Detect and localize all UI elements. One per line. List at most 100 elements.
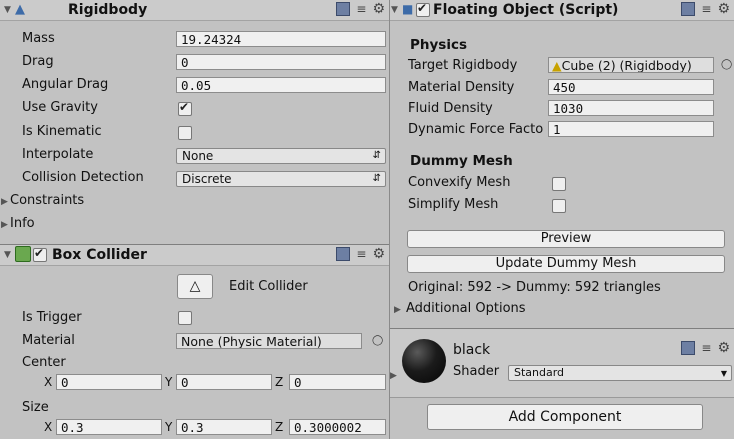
info-foldout[interactable]: Info xyxy=(10,216,35,231)
shader-value: Standard xyxy=(514,366,565,379)
physics-section-header: Physics xyxy=(410,37,468,53)
center-x-label: X xyxy=(44,375,53,389)
floating-object-title: Floating Object (Script) xyxy=(433,2,619,18)
script-icon: ■ xyxy=(402,2,414,16)
help-book-icon[interactable] xyxy=(681,2,696,16)
size-label: Size xyxy=(22,400,49,415)
floating-object-header[interactable]: ▼ ■ Floating Object (Script) ≡ ⚙ xyxy=(390,0,734,21)
collision-detection-value: Discrete xyxy=(182,172,232,186)
rigidbody-header[interactable]: ▼ ▲ Rigidbody ≡ ⚙ xyxy=(0,0,389,21)
dropdown-arrow-icon: ▼ xyxy=(720,369,727,378)
target-rigidbody-field[interactable]: ▲Cube (2) (Rigidbody) xyxy=(548,57,714,73)
use-gravity-label: Use Gravity xyxy=(22,100,98,115)
rigidbody-header-icons: ≡ ⚙ xyxy=(336,2,385,16)
is-trigger-label: Is Trigger xyxy=(22,310,82,325)
object-picker-icon[interactable]: ◯ xyxy=(721,59,732,70)
dropdown-arrow-icon: ⇵ xyxy=(372,150,381,161)
preview-button[interactable]: Preview xyxy=(407,230,725,248)
help-book-icon[interactable] xyxy=(681,341,696,355)
gear-icon[interactable]: ⚙ xyxy=(717,341,730,355)
collision-detection-dropdown[interactable]: Discrete ⇵ xyxy=(176,171,386,187)
box-collider-enabled-checkbox[interactable] xyxy=(33,246,47,262)
edit-collider-button[interactable]: △ xyxy=(177,274,213,299)
dummy-mesh-section-header: Dummy Mesh xyxy=(410,153,513,169)
right-inspector-column: ▼ ■ Floating Object (Script) ≡ ⚙ Physics… xyxy=(390,0,734,439)
dropdown-arrow-icon: ⇵ xyxy=(372,173,381,184)
interpolate-dropdown[interactable]: None ⇵ xyxy=(176,148,386,164)
rigidbody-icon: ▲ xyxy=(15,2,25,17)
size-z-field[interactable]: 0.3000002 xyxy=(289,419,386,435)
fold-arrow-icon[interactable]: ▼ xyxy=(4,5,11,15)
mass-field[interactable]: 19.24324 xyxy=(176,31,386,47)
add-component-button[interactable]: Add Component xyxy=(427,404,703,430)
is-kinematic-label: Is Kinematic xyxy=(22,124,102,139)
size-x-field[interactable]: 0.3 xyxy=(56,419,162,435)
box-collider-header[interactable]: ▼ Box Collider ≡ ⚙ xyxy=(0,244,389,266)
angular-drag-field[interactable]: 0.05 xyxy=(176,77,386,93)
center-x-field[interactable]: 0 xyxy=(56,374,162,390)
box-collider-icon xyxy=(15,246,31,262)
preset-icon[interactable]: ≡ xyxy=(701,341,711,355)
box-collider-title: Box Collider xyxy=(52,247,147,263)
edit-collider-label: Edit Collider xyxy=(229,279,308,294)
size-z-label: Z xyxy=(275,420,284,434)
object-picker-icon[interactable]: ◯ xyxy=(372,335,383,346)
gear-icon[interactable]: ⚙ xyxy=(372,247,385,261)
fluid-density-field[interactable]: 1030 xyxy=(548,100,714,116)
help-book-icon[interactable] xyxy=(336,247,351,261)
center-z-field[interactable]: 0 xyxy=(289,374,386,390)
rigidbody-title: Rigidbody xyxy=(68,2,148,18)
material-density-label: Material Density xyxy=(408,80,515,95)
additional-options-fold-icon[interactable]: ▶ xyxy=(394,305,401,315)
is-kinematic-checkbox[interactable] xyxy=(178,126,192,140)
rigidbody-ref-icon: ▲ xyxy=(552,58,562,73)
center-z-label: Z xyxy=(275,375,284,389)
drag-field[interactable]: 0 xyxy=(176,54,386,70)
update-dummy-mesh-button[interactable]: Update Dummy Mesh xyxy=(407,255,725,273)
fold-arrow-icon[interactable]: ▼ xyxy=(4,250,11,260)
center-label: Center xyxy=(22,355,66,370)
constraints-foldout[interactable]: Constraints xyxy=(10,193,84,208)
interpolate-label: Interpolate xyxy=(22,147,94,162)
floating-object-enabled-checkbox[interactable] xyxy=(416,1,430,17)
material-header-icons: ≡ ⚙ xyxy=(681,341,730,355)
dynamic-force-field[interactable]: 1 xyxy=(548,121,714,137)
material-label: Material xyxy=(22,333,75,348)
edit-collider-icon: △ xyxy=(189,278,201,294)
use-gravity-checkbox[interactable] xyxy=(178,100,192,116)
help-book-icon[interactable] xyxy=(336,2,351,16)
center-y-field[interactable]: 0 xyxy=(176,374,272,390)
material-name: black xyxy=(453,342,491,358)
size-y-field[interactable]: 0.3 xyxy=(176,419,272,435)
target-rigidbody-value: Cube (2) (Rigidbody) xyxy=(561,58,692,73)
center-y-label: Y xyxy=(165,375,173,389)
target-rigidbody-label: Target Rigidbody xyxy=(408,58,518,73)
material-fold-icon[interactable]: ▶ xyxy=(390,371,397,381)
box-collider-header-icons: ≡ ⚙ xyxy=(336,247,385,261)
material-block: ▶ black Shader Standard ▼ ≡ ⚙ xyxy=(390,328,734,398)
material-field[interactable]: None (Physic Material) xyxy=(176,333,362,349)
drag-label: Drag xyxy=(22,54,54,69)
fold-arrow-icon[interactable]: ▼ xyxy=(391,5,398,15)
floating-object-header-icons: ≡ ⚙ xyxy=(681,2,730,16)
is-trigger-checkbox[interactable] xyxy=(178,311,192,325)
info-fold-icon[interactable]: ▶ xyxy=(1,220,8,230)
simplify-mesh-checkbox[interactable] xyxy=(552,199,566,213)
shader-dropdown[interactable]: Standard ▼ xyxy=(508,365,732,381)
simplify-mesh-label: Simplify Mesh xyxy=(408,197,499,212)
left-inspector-column: ▼ ▲ Rigidbody ≡ ⚙ Mass 19.24324 Drag 0 A… xyxy=(0,0,390,439)
preset-icon[interactable]: ≡ xyxy=(701,2,711,16)
additional-options-foldout[interactable]: Additional Options xyxy=(406,301,526,316)
interpolate-value: None xyxy=(182,149,214,163)
gear-icon[interactable]: ⚙ xyxy=(372,2,385,16)
material-preview-sphere xyxy=(402,339,446,383)
preset-icon[interactable]: ≡ xyxy=(356,247,366,261)
constraints-fold-icon[interactable]: ▶ xyxy=(1,197,8,207)
convexify-mesh-checkbox[interactable] xyxy=(552,177,566,191)
material-density-field[interactable]: 450 xyxy=(548,79,714,95)
preset-icon[interactable]: ≡ xyxy=(356,2,366,16)
convexify-mesh-label: Convexify Mesh xyxy=(408,175,511,190)
mass-label: Mass xyxy=(22,31,55,46)
gear-icon[interactable]: ⚙ xyxy=(717,2,730,16)
shader-label: Shader xyxy=(453,364,500,379)
